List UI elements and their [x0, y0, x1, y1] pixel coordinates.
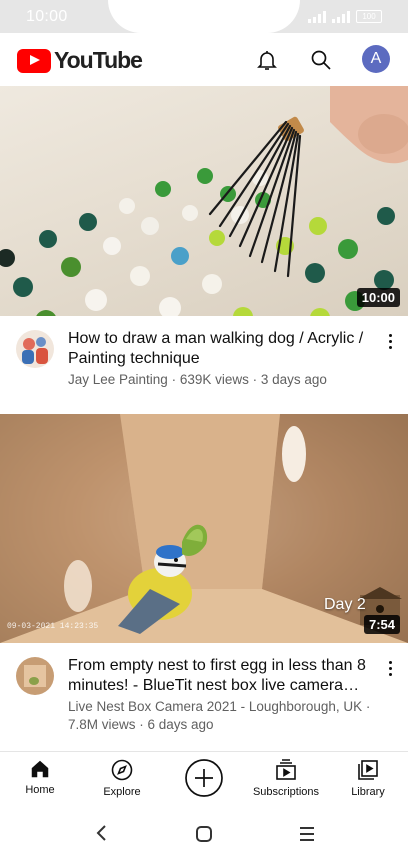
account-avatar[interactable]: A	[362, 45, 390, 73]
subscriptions-icon	[276, 759, 296, 780]
youtube-play-icon	[17, 48, 51, 73]
day-overlay: Day 2	[324, 596, 366, 613]
nav-home-label: Home	[25, 784, 55, 796]
wifi-signal-icon	[308, 10, 326, 23]
home-icon	[31, 760, 49, 778]
more-icon[interactable]	[382, 331, 398, 351]
system-navigation	[0, 806, 408, 861]
home-circle-icon[interactable]	[194, 824, 214, 844]
status-time: 10:00	[26, 8, 68, 25]
nav-subscriptions[interactable]: Subscriptions	[246, 758, 326, 798]
video-meta[interactable]: How to draw a man walking dog / Acrylic …	[0, 316, 408, 414]
library-icon	[358, 760, 378, 780]
nav-subscriptions-label: Subscriptions	[252, 786, 320, 798]
nav-explore[interactable]: Explore	[82, 758, 162, 798]
explore-icon	[111, 759, 133, 781]
bell-icon[interactable]	[252, 45, 282, 75]
paint-dots-illustration	[0, 86, 408, 316]
video-thumbnail[interactable]: 10:00	[0, 86, 408, 316]
channel-avatar[interactable]	[16, 657, 54, 695]
video-title[interactable]: From empty nest to first egg in less tha…	[68, 656, 372, 696]
youtube-logo[interactable]: YouTube	[17, 47, 143, 74]
video-duration: 7:54	[363, 615, 400, 634]
status-bar: 10:00 100	[0, 0, 408, 33]
video-subtitle: Jay Lee Painting · 639K views · 3 days a…	[68, 372, 327, 387]
nav-explore-label: Explore	[103, 786, 141, 798]
battery-icon: 100	[356, 10, 382, 23]
top-app-bar: YouTube A	[0, 33, 408, 86]
video-title[interactable]: How to draw a man walking dog / Acrylic …	[68, 329, 372, 369]
back-icon[interactable]	[92, 823, 112, 843]
create-icon	[185, 759, 223, 797]
brand-name: YouTube	[54, 47, 143, 73]
status-icons: 100	[308, 10, 382, 23]
video-meta[interactable]: From empty nest to first egg in less tha…	[0, 643, 408, 751]
channel-avatar[interactable]	[16, 330, 54, 368]
video-duration: 10:00	[356, 288, 400, 307]
camera-timestamp: 09-03-2021 14:23:35	[7, 622, 99, 631]
bottom-navigation: Home Explore Subscriptions Library	[0, 751, 408, 807]
nav-create[interactable]	[164, 758, 244, 798]
search-icon[interactable]	[306, 45, 336, 75]
recents-icon[interactable]	[297, 824, 317, 844]
more-icon[interactable]	[382, 658, 398, 678]
nav-library[interactable]: Library	[328, 758, 408, 798]
cell-signal-icon	[332, 10, 350, 23]
nav-home[interactable]: Home	[0, 758, 80, 796]
nav-library-label: Library	[351, 786, 385, 798]
notch	[108, 0, 300, 33]
video-thumbnail[interactable]: 09-03-2021 14:23:35 Day 2 7:54	[0, 414, 408, 643]
video-subtitle: Live Nest Box Camera 2021 - Loughborough…	[68, 699, 371, 732]
